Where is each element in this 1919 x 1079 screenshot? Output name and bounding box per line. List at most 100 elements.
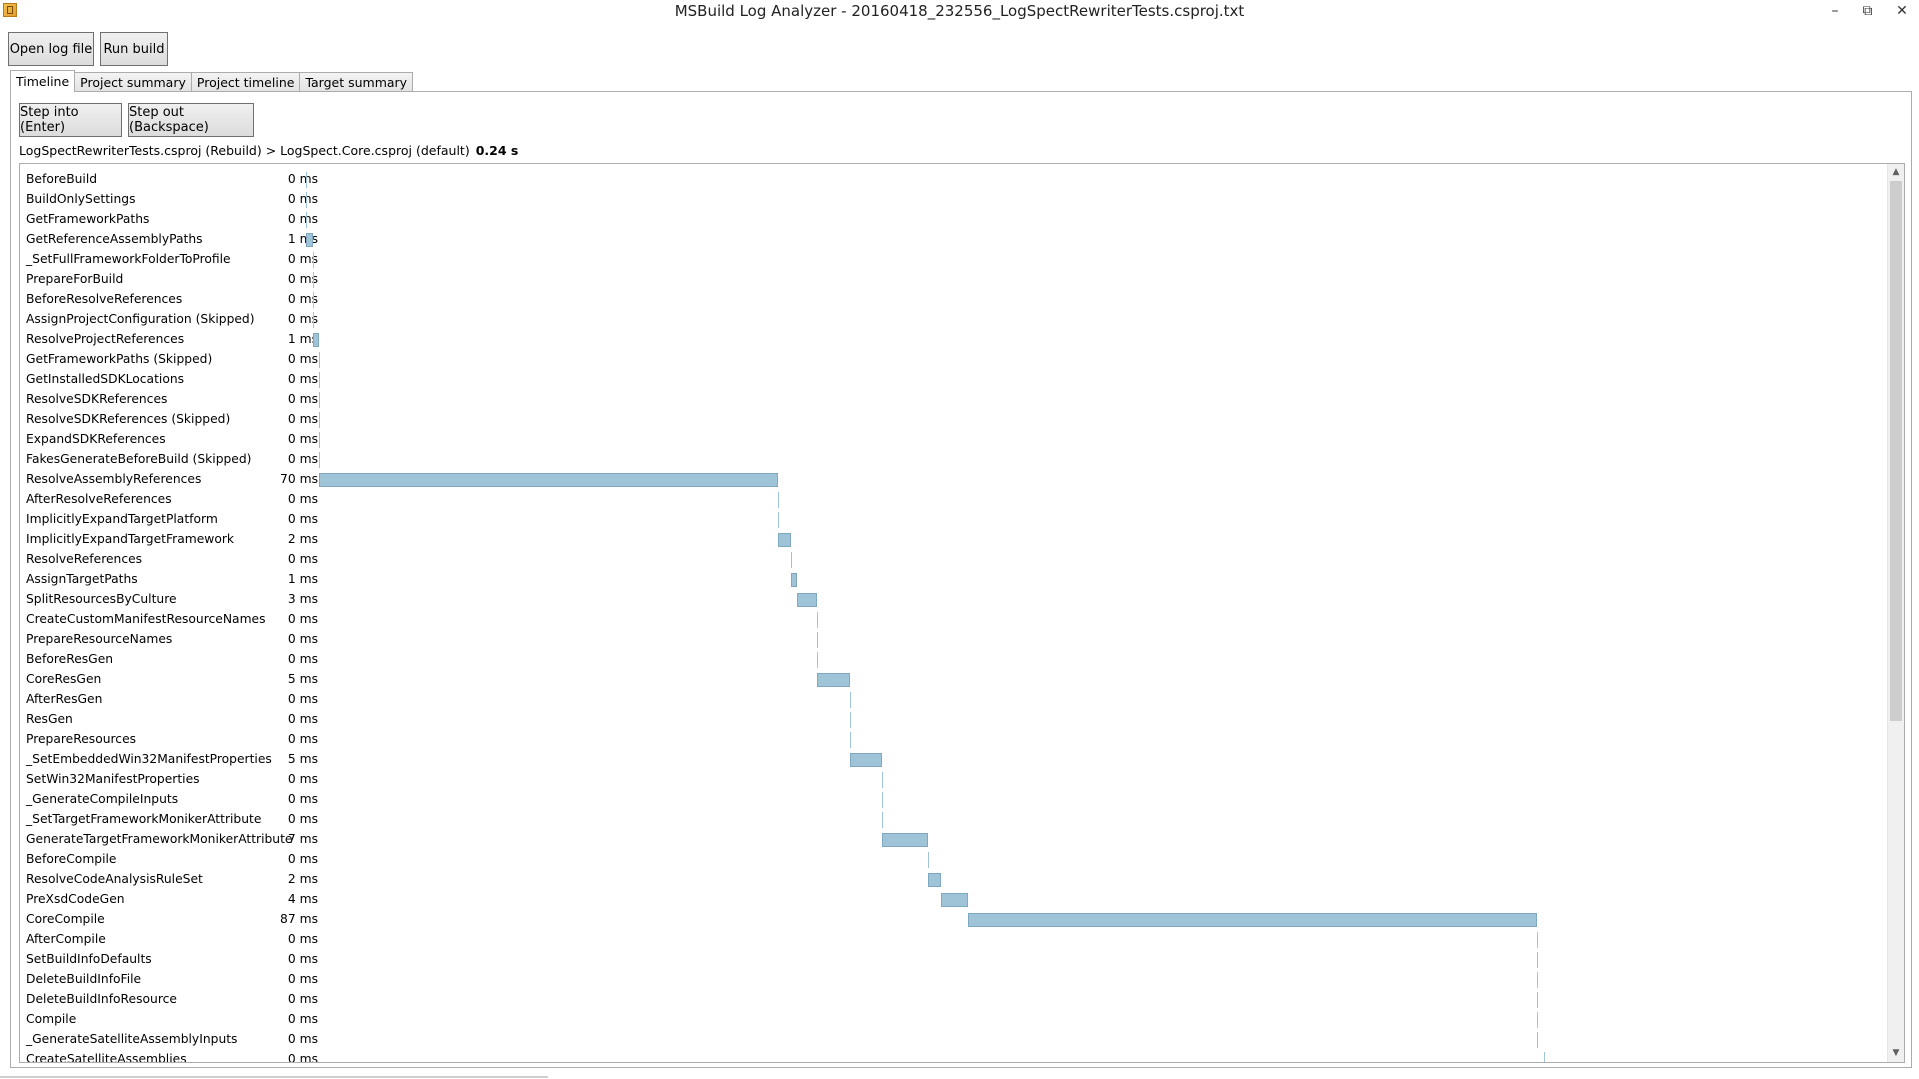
timeline-row[interactable]: ExpandSDKReferences 0 ms (20, 430, 1880, 450)
target-name: ResolveAssemblyReferences (26, 472, 202, 486)
timeline-row[interactable]: Compile 0 ms (20, 1010, 1880, 1030)
timeline-row[interactable]: BeforeResGen 0 ms (20, 650, 1880, 670)
timeline-row[interactable]: ResolveAssemblyReferences 70 ms (20, 470, 1880, 490)
timeline-row[interactable]: GetFrameworkPaths 0 ms (20, 210, 1880, 230)
target-duration: 2 ms (287, 532, 318, 546)
zero-duration-marker (882, 792, 884, 808)
zero-duration-marker (777, 492, 779, 508)
timeline-row[interactable]: ResolveSDKReferences (Skipped) 0 ms (20, 410, 1880, 430)
target-name: PrepareForBuild (26, 272, 124, 286)
timeline-row[interactable]: SetBuildInfoDefaults 0 ms (20, 950, 1880, 970)
timeline-row[interactable]: CreateSatelliteAssemblies 0 ms (20, 1050, 1880, 1062)
timeline-row[interactable]: BeforeResolveReferences 0 ms (20, 290, 1880, 310)
close-icon[interactable]: ✕ (1885, 0, 1919, 22)
timeline-row[interactable]: ResolveProjectReferences 1 ms (20, 330, 1880, 350)
target-duration: 0 ms (287, 932, 318, 946)
timeline-row[interactable]: _SetEmbeddedWin32ManifestProperties 5 ms (20, 750, 1880, 770)
timeline-row[interactable]: AfterCompile 0 ms (20, 930, 1880, 950)
target-duration: 0 ms (287, 612, 318, 626)
target-duration: 87 ms (280, 912, 318, 926)
timeline-row[interactable]: SplitResourcesByCulture 3 ms (20, 590, 1880, 610)
zero-duration-marker (1537, 952, 1539, 968)
timeline-row[interactable]: ImplicitlyExpandTargetFramework 2 ms (20, 530, 1880, 550)
tab-timeline[interactable]: Timeline (10, 70, 76, 92)
timeline-row[interactable]: GenerateTargetFrameworkMonikerAttribute 7… (20, 830, 1880, 850)
timeline-row[interactable]: GetInstalledSDKLocations 0 ms (20, 370, 1880, 390)
timeline-row[interactable]: _SetFullFrameworkFolderToProfile 0 ms (20, 250, 1880, 270)
zero-duration-marker (1543, 1052, 1545, 1062)
timeline-row[interactable]: AssignTargetPaths 1 ms (20, 570, 1880, 590)
timeline-row[interactable]: ResolveCodeAnalysisRuleSet 2 ms (20, 870, 1880, 890)
target-name: PreXsdCodeGen (26, 892, 125, 906)
target-name: ResolveSDKReferences (Skipped) (26, 412, 231, 426)
timeline-row[interactable]: GetFrameworkPaths (Skipped) 0 ms (20, 350, 1880, 370)
timeline-row[interactable]: SetWin32ManifestProperties 0 ms (20, 770, 1880, 790)
zero-duration-marker (882, 812, 884, 828)
timeline-row[interactable]: FakesGenerateBeforeBuild (Skipped) 0 ms (20, 450, 1880, 470)
timeline-row[interactable]: GetReferenceAssemblyPaths 1 ms (20, 230, 1880, 250)
target-name: _GenerateSatelliteAssemblyInputs (26, 1032, 238, 1046)
timeline-row[interactable]: _SetTargetFrameworkMonikerAttribute 0 ms (20, 810, 1880, 830)
timeline-row[interactable]: CoreCompile 87 ms (20, 910, 1880, 930)
target-duration: 0 ms (287, 992, 318, 1006)
scrollbar-thumb[interactable] (1890, 181, 1902, 721)
timeline-row[interactable]: AfterResolveReferences 0 ms (20, 490, 1880, 510)
timeline-row[interactable]: BeforeCompile 0 ms (20, 850, 1880, 870)
timeline-row[interactable]: BeforeBuild 0 ms (20, 170, 1880, 190)
target-timeline-list[interactable]: BeforeBuild 0 ms BuildOnlySettings 0 ms GetF… (19, 163, 1905, 1063)
timeline-row[interactable]: ResolveReferences 0 ms (20, 550, 1880, 570)
zero-duration-marker (312, 312, 314, 328)
minimize-icon[interactable]: – (1820, 0, 1850, 22)
open-log-file-button[interactable]: Open log file (8, 32, 94, 66)
target-name: FakesGenerateBeforeBuild (Skipped) (26, 452, 252, 466)
zero-duration-marker (928, 852, 930, 868)
target-name: CoreResGen (26, 672, 102, 686)
target-name: GetInstalledSDKLocations (26, 372, 185, 386)
tab-project-timeline[interactable]: Project timeline (190, 72, 301, 92)
timeline-row[interactable]: PrepareResources 0 ms (20, 730, 1880, 750)
timeline-row[interactable]: ImplicitlyExpandTargetPlatform 0 ms (20, 510, 1880, 530)
target-name: AfterResolveReferences (26, 492, 172, 506)
target-name: ResolveReferences (26, 552, 143, 566)
restore-icon[interactable]: ⧉ (1850, 0, 1885, 22)
timeline-row[interactable]: DeleteBuildInfoFile 0 ms (20, 970, 1880, 990)
timeline-row[interactable]: CoreResGen 5 ms (20, 670, 1880, 690)
target-name: GetFrameworkPaths (26, 212, 150, 226)
timeline-row[interactable]: ResolveSDKReferences 0 ms (20, 390, 1880, 410)
zero-duration-marker (319, 392, 321, 408)
target-name: Compile (26, 1012, 77, 1026)
target-duration: 0 ms (287, 512, 318, 526)
timeline-row[interactable]: AssignProjectConfiguration (Skipped) 0 ms (20, 310, 1880, 330)
timeline-row[interactable]: CreateCustomManifestResourceNames 0 ms (20, 610, 1880, 630)
zero-duration-marker (312, 292, 314, 308)
zero-duration-marker (306, 212, 307, 228)
zero-duration-marker (319, 352, 321, 368)
timeline-row[interactable]: _GenerateCompileInputs 0 ms (20, 790, 1880, 810)
scroll-down-icon[interactable]: ▼ (1888, 1045, 1904, 1062)
title-bar: MSBuild Log Analyzer - 20160418_232556_L… (0, 0, 1919, 24)
target-name: ExpandSDKReferences (26, 432, 166, 446)
timeline-row[interactable]: DeleteBuildInfoResource 0 ms (20, 990, 1880, 1010)
step-into-button[interactable]: Step into (Enter) (19, 103, 122, 137)
timeline-row[interactable]: PrepareForBuild 0 ms (20, 270, 1880, 290)
tab-target-summary[interactable]: Target summary (299, 72, 414, 92)
target-duration: 0 ms (287, 552, 318, 566)
timeline-row[interactable]: PrepareResourceNames 0 ms (20, 630, 1880, 650)
timeline-row[interactable]: ResGen 0 ms (20, 710, 1880, 730)
target-duration: 0 ms (287, 632, 318, 646)
tab-project-summary[interactable]: Project summary (74, 72, 192, 92)
timeline-row[interactable]: _GenerateSatelliteAssemblyInputs 0 ms (20, 1030, 1880, 1050)
timeline-row[interactable]: BuildOnlySettings 0 ms (20, 190, 1880, 210)
run-build-button[interactable]: Run build (100, 32, 168, 66)
target-name: ResGen (26, 712, 73, 726)
target-name: AssignTargetPaths (26, 572, 138, 586)
timeline-row[interactable]: PreXsdCodeGen 4 ms (20, 890, 1880, 910)
scroll-up-icon[interactable]: ▲ (1888, 164, 1904, 181)
target-name: BeforeCompile (26, 852, 117, 866)
vertical-scrollbar[interactable]: ▲ ▼ (1887, 164, 1904, 1062)
target-duration: 0 ms (287, 252, 318, 266)
step-out-button[interactable]: Step out (Backspace) (128, 103, 254, 137)
zero-duration-marker (777, 512, 779, 528)
target-name: DeleteBuildInfoFile (26, 972, 142, 986)
timeline-row[interactable]: AfterResGen 0 ms (20, 690, 1880, 710)
